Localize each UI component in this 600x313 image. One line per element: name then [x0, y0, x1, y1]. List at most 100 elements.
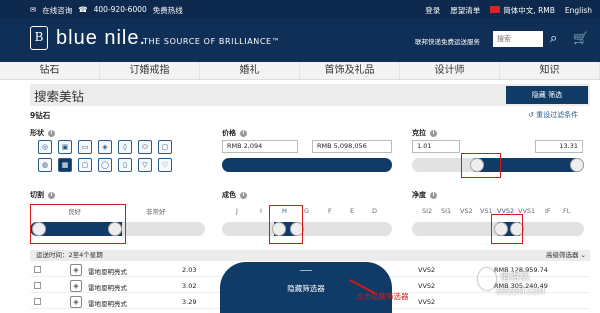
- shape-radiant-icon[interactable]: ▢: [158, 140, 172, 154]
- color-grade-i[interactable]: I: [260, 207, 262, 215]
- watermark-logo-icon: [478, 268, 496, 290]
- chevron-down-icon: ⌄: [580, 251, 586, 259]
- carat-slider-handle-max[interactable]: [570, 158, 584, 172]
- result-count: 9钻石: [30, 111, 51, 120]
- color-filter-label: 成色 i: [222, 190, 247, 200]
- highlight-box-carat: [461, 153, 501, 178]
- info-icon[interactable]: i: [430, 129, 437, 137]
- drawer-grip-icon: [300, 270, 312, 271]
- chat-link[interactable]: 在线咨询: [42, 5, 72, 16]
- shape-heart-icon[interactable]: ♡: [158, 158, 172, 172]
- free-call-label: 免费热线: [152, 6, 183, 15]
- price-slider-fill: [222, 158, 392, 172]
- price-min-field[interactable]: RMB 2,094: [222, 140, 298, 153]
- price-filter-label-text: 价格: [222, 129, 236, 137]
- row-carat: 3.02: [182, 282, 197, 290]
- clarity-grade-vs2[interactable]: VS2: [460, 207, 473, 215]
- diamond-shape-icon: ◈: [70, 280, 82, 292]
- shape-marquise-icon[interactable]: ◊: [118, 140, 132, 154]
- language-selector[interactable]: 简体中文, RMB: [490, 5, 555, 16]
- watermark-text: 值得买: [500, 272, 530, 283]
- price-slider[interactable]: [222, 158, 392, 172]
- color-slider[interactable]: [222, 222, 392, 236]
- reset-filters-link[interactable]: ↺ 重设过滤条件: [528, 110, 578, 120]
- cart-icon[interactable]: 🛒: [573, 31, 588, 45]
- nav-item-education[interactable]: 知识: [500, 62, 600, 79]
- highlight-box-color: [269, 205, 303, 244]
- shape-asscher-icon[interactable]: ◈: [98, 140, 112, 154]
- shape-trillion-icon[interactable]: ▽: [138, 158, 152, 172]
- shape-baguette-icon[interactable]: ▯: [118, 158, 132, 172]
- shape-oval-icon[interactable]: ⬭: [138, 140, 152, 154]
- shape-emerald-icon[interactable]: ▭: [78, 140, 92, 154]
- row-shape: 雷地恩明亮式: [88, 284, 127, 292]
- clarity-grade-fl[interactable]: FL: [563, 207, 570, 215]
- row-carat: 3.29: [182, 298, 197, 306]
- price-max-field[interactable]: RMB 5,098,056: [312, 140, 392, 153]
- nav-item-designers[interactable]: 设计师: [400, 62, 500, 79]
- chat-icon[interactable]: ✉: [30, 5, 36, 16]
- shape-pear-icon[interactable]: ◍: [38, 158, 52, 172]
- nav-item-wedding[interactable]: 婚礼: [200, 62, 300, 79]
- shape-princess-icon[interactable]: ▣: [58, 140, 72, 154]
- clarity-grade-if[interactable]: IF: [545, 207, 551, 215]
- login-link[interactable]: 登录: [425, 5, 440, 16]
- english-link[interactable]: English: [565, 6, 592, 15]
- carat-filter-label: 克拉 i: [412, 128, 437, 138]
- carat-min-field[interactable]: 1.01: [412, 140, 460, 153]
- reset-icon: ↺: [528, 111, 537, 119]
- shape-round-icon[interactable]: ◎: [38, 140, 52, 154]
- highlight-box-cut: [30, 204, 126, 244]
- clarity-filter-label-text: 净度: [412, 191, 426, 199]
- hide-filter-button[interactable]: 隐藏 筛选: [506, 86, 588, 104]
- page-title: 搜索美钻: [34, 89, 85, 104]
- row-shape: 雷地恩明亮式: [88, 300, 127, 308]
- nav-item-jewelry-gifts[interactable]: 首饰及礼品: [300, 62, 400, 79]
- compare-checkbox[interactable]: [34, 298, 41, 305]
- clarity-filter-label: 净度 i: [412, 190, 437, 200]
- shape-cushion-icon[interactable]: ▢: [78, 158, 92, 172]
- clarity-grade-si1[interactable]: SI1: [441, 207, 451, 215]
- info-icon[interactable]: i: [48, 191, 55, 199]
- cut-option-very-good[interactable]: 非常好: [146, 206, 166, 216]
- main-nav: 钻石 订婚戒指 婚礼 首饰及礼品 设计师 知识: [0, 62, 600, 80]
- shape-filter-label: 形状 i: [30, 128, 55, 138]
- language-currency-label: 简体中文, RMB: [503, 6, 555, 15]
- clarity-grade-si2[interactable]: SI2: [422, 207, 432, 215]
- shape-heart-outline-icon[interactable]: ◯: [98, 158, 112, 172]
- nav-item-engagement-rings[interactable]: 订婚戒指: [100, 62, 200, 79]
- row-clarity: VVS2: [418, 298, 436, 306]
- tagline: THE SOURCE OF BRILLIANCE™: [143, 37, 281, 46]
- info-icon[interactable]: i: [240, 129, 247, 137]
- row-carat: 2.03: [182, 266, 197, 274]
- price-filter-label: 价格 i: [222, 128, 247, 138]
- color-grade-j[interactable]: J: [236, 207, 238, 215]
- nav-item-diamonds[interactable]: 钻石: [0, 62, 100, 79]
- logo[interactable]: blue nile.: [56, 27, 146, 50]
- row-clarity: VVS2: [418, 266, 436, 274]
- top-utility-bar: ✉ 在线咨询 ☎ 400-920-6000 免费热线 登录 愿望清单 简体中文,…: [0, 0, 600, 18]
- info-icon[interactable]: i: [48, 129, 55, 137]
- china-flag-icon: [490, 6, 501, 13]
- advanced-filter-link[interactable]: 高级筛选器 ⌄: [546, 250, 586, 261]
- carat-max-field[interactable]: 13.31: [535, 140, 583, 153]
- info-icon[interactable]: i: [240, 191, 247, 199]
- shipping-time: 运送时间：2至4个星期: [36, 251, 103, 259]
- phone-icon: ☎: [78, 5, 88, 14]
- logo-mark-icon[interactable]: B: [30, 26, 48, 50]
- wishlist-link[interactable]: 愿望清单: [450, 5, 480, 16]
- info-icon[interactable]: i: [430, 191, 437, 199]
- shape-radiant-selected-icon[interactable]: ▦: [58, 158, 72, 172]
- cut-filter-label: 切割 i: [30, 190, 55, 200]
- shipping-promo[interactable]: 联邦快递免费运送服务: [415, 36, 480, 46]
- phone-number: 400-920-6000: [93, 5, 147, 14]
- color-grade-d[interactable]: D: [372, 207, 377, 215]
- search-input[interactable]: [493, 31, 543, 47]
- compare-checkbox[interactable]: [34, 266, 41, 273]
- compare-checkbox[interactable]: [34, 282, 41, 289]
- diamond-shape-icon: ◈: [70, 296, 82, 308]
- color-grade-g[interactable]: G: [304, 207, 309, 215]
- color-grade-e[interactable]: E: [350, 207, 354, 215]
- color-grade-f[interactable]: F: [328, 207, 332, 215]
- search-icon[interactable]: ⌕: [550, 31, 557, 46]
